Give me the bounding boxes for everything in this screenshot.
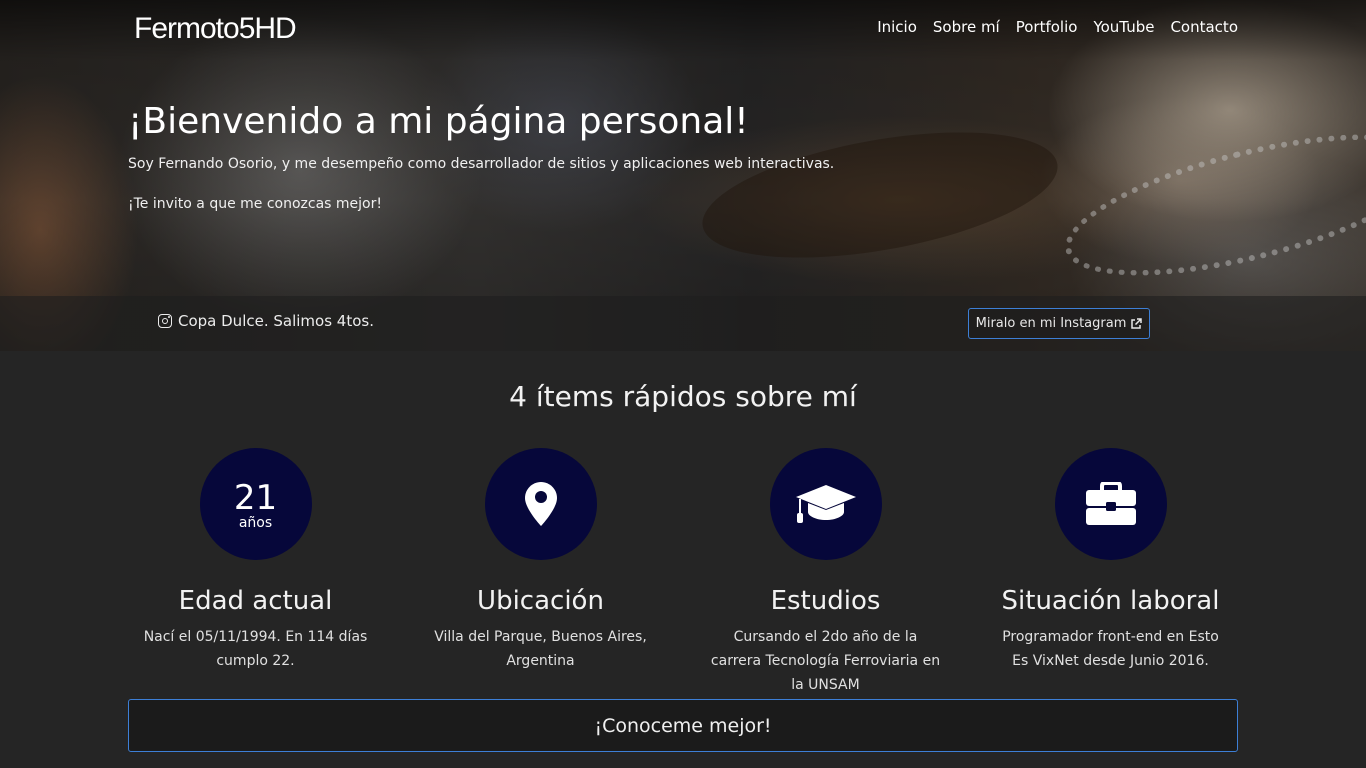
age-number: 21 [233, 478, 278, 518]
external-link-icon [1131, 317, 1143, 329]
quick-items: 21 años Edad actual Nací el 05/11/1994. … [113, 448, 1253, 697]
quick-item-location: Ubicación Villa del Parque, Buenos Aires… [398, 448, 683, 697]
instagram-bar: Copa Dulce. Salimos 4tos. Miralo en mi I… [0, 296, 1366, 351]
item-description: Programador front-end en Esto Es VixNet … [1002, 629, 1219, 669]
nav-item-portfolio[interactable]: Portfolio [1000, 17, 1078, 37]
know-me-better-button[interactable]: ¡Conoceme mejor! [128, 699, 1238, 752]
location-circle [484, 448, 597, 560]
hero-subtitle: Soy Fernando Osorio, y me desempeño como… [128, 156, 835, 172]
quick-item-age: 21 años Edad actual Nací el 05/11/1994. … [113, 448, 398, 697]
instagram-caption-text: Copa Dulce. Salimos 4tos. [178, 312, 374, 330]
nav-item-inicio[interactable]: Inicio [861, 17, 917, 37]
hero-banner: Fermoto5HD Inicio Sobre mí Portfolio You… [0, 0, 1366, 351]
quick-item-work: Situación laboral Programador front-end … [968, 448, 1253, 697]
item-title: Edad actual [178, 586, 333, 616]
hero-invite: ¡Te invito a que me conozcas mejor! [128, 196, 382, 212]
brand-logo[interactable]: Fermoto5HD [134, 12, 297, 46]
item-description: Nací el 05/11/1994. En 114 días cumplo 2… [143, 629, 368, 669]
instagram-caption: Copa Dulce. Salimos 4tos. [158, 312, 374, 330]
nav-item-contacto[interactable]: Contacto [1154, 17, 1238, 37]
section-title: 4 ítems rápidos sobre mí [509, 380, 857, 413]
hero-title: ¡Bienvenido a mi página personal! [128, 101, 749, 142]
hero-background-shade [693, 109, 1067, 281]
cta-label: ¡Conoceme mejor! [594, 714, 772, 737]
instagram-icon [158, 314, 172, 328]
nav-item-sobre-mi[interactable]: Sobre mí [917, 17, 1000, 37]
graduation-cap-icon [795, 485, 856, 523]
work-circle [1054, 448, 1167, 560]
quick-item-studies: Estudios Cursando el 2do año de la carre… [683, 448, 968, 697]
hero-background-plate [1052, 105, 1366, 305]
studies-circle [769, 448, 882, 560]
item-description: Cursando el 2do año de la carrera Tecnol… [710, 629, 941, 693]
item-description: Villa del Parque, Buenos Aires, Argentin… [434, 629, 647, 669]
nav-item-youtube[interactable]: YouTube [1077, 17, 1154, 37]
map-marker-icon [524, 482, 557, 526]
age-unit: años [238, 515, 273, 531]
instagram-link-button[interactable]: Miralo en mi Instagram [968, 308, 1150, 339]
instagram-button-label: Miralo en mi Instagram [975, 316, 1127, 331]
item-title: Situación laboral [1001, 586, 1220, 616]
item-title: Ubicación [477, 586, 604, 616]
briefcase-icon [1085, 482, 1136, 525]
main-nav: Inicio Sobre mí Portfolio YouTube Contac… [861, 17, 1238, 37]
item-title: Estudios [770, 586, 881, 616]
age-counter: 21 años [199, 448, 312, 560]
